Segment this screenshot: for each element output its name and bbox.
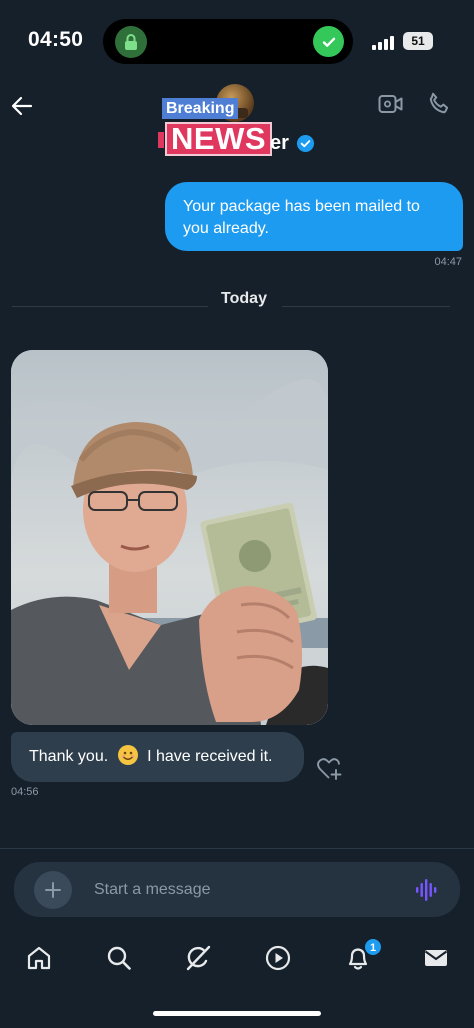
vpn-lock-icon <box>115 26 147 58</box>
home-indicator <box>153 1011 321 1016</box>
message-input[interactable] <box>94 862 394 917</box>
status-time: 04:50 <box>28 28 84 51</box>
dynamic-island <box>103 19 353 64</box>
phone-call-button[interactable] <box>426 91 452 117</box>
video-icon <box>265 945 291 971</box>
photo-message[interactable] <box>11 350 328 725</box>
conversation-header: Breaking NEWS er <box>0 80 474 165</box>
heart-plus-icon <box>317 758 342 780</box>
news-overlay-text: NEWS <box>165 122 272 156</box>
nav-video[interactable] <box>262 942 294 974</box>
nav-messages[interactable] <box>420 942 452 974</box>
checkmark-icon <box>313 26 344 57</box>
add-reaction-button[interactable] <box>315 756 343 782</box>
notification-count-badge: 1 <box>364 938 382 956</box>
search-icon <box>107 946 131 970</box>
battery-icon: 51 <box>403 32 433 50</box>
contact-name[interactable]: er <box>270 132 289 155</box>
video-call-button[interactable] <box>378 93 404 115</box>
composer-separator <box>0 848 474 849</box>
video-call-icon <box>378 95 403 113</box>
back-button[interactable] <box>8 92 36 120</box>
signal-icon <box>372 36 394 50</box>
status-bar: 04:50 51 <box>0 0 474 80</box>
incoming-message-time: 04:56 <box>11 786 39 798</box>
outgoing-message-time: 04:47 <box>434 256 462 268</box>
nav-grok[interactable] <box>182 942 214 974</box>
nav-home[interactable] <box>23 942 55 974</box>
add-media-button[interactable] <box>34 871 72 909</box>
message-composer <box>14 862 460 917</box>
back-arrow-icon <box>11 96 33 116</box>
incoming-message-bubble[interactable]: Thank you. I have received it. <box>11 732 304 782</box>
voice-message-button[interactable] <box>414 877 440 903</box>
messages-icon <box>424 950 448 966</box>
plus-icon <box>45 882 61 898</box>
grok-icon <box>186 945 211 971</box>
divider-line <box>282 306 450 307</box>
phone-icon <box>429 92 449 114</box>
incoming-message-text-end: I have received it. <box>147 748 273 765</box>
home-icon <box>27 946 51 970</box>
outgoing-message-bubble[interactable]: Your package has been mailed to you alre… <box>165 182 463 251</box>
news-overlay-edge <box>158 132 164 148</box>
verified-badge-icon <box>296 134 315 153</box>
incoming-message-text-start: Thank you. <box>29 748 109 765</box>
voice-wave-icon <box>416 879 437 901</box>
smiling-face-icon <box>117 745 138 766</box>
bottom-navigation <box>0 930 474 990</box>
breaking-overlay-text: Breaking <box>162 98 239 119</box>
photo-image <box>11 350 328 725</box>
nav-search[interactable] <box>103 942 135 974</box>
